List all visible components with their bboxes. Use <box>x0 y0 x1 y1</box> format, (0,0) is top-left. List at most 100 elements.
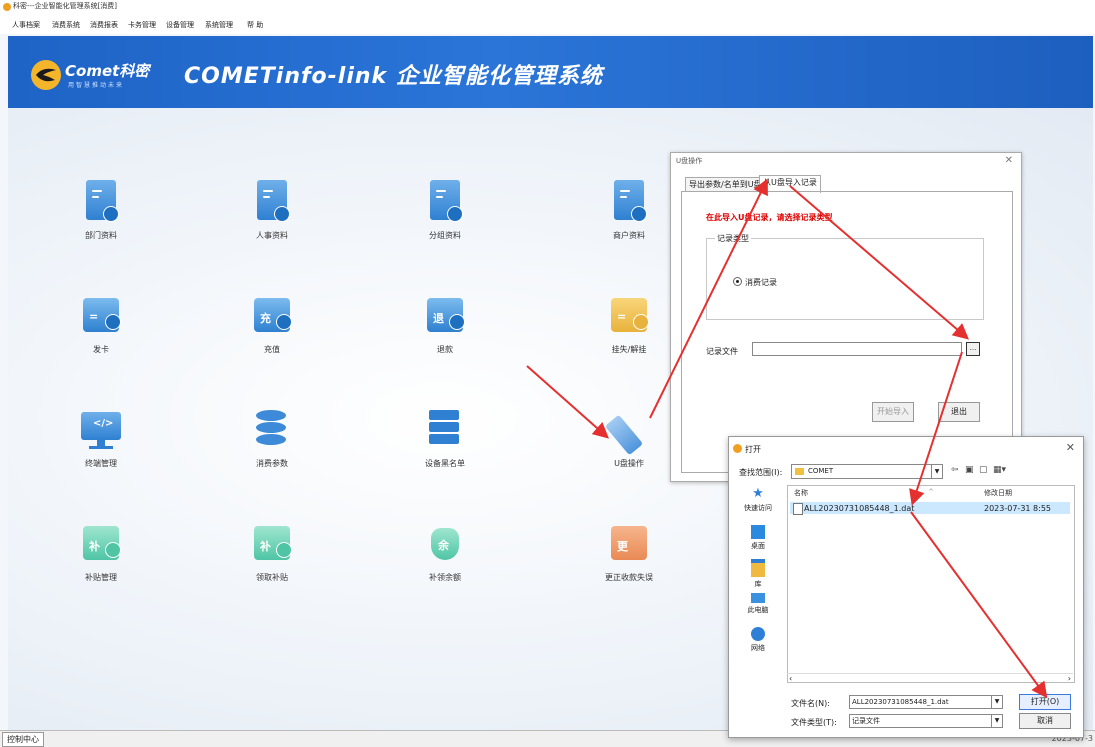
tile-label: 商户资料 <box>613 231 645 240</box>
filetype-label: 文件类型(T): <box>791 718 837 727</box>
exit-button[interactable]: 退出 <box>938 402 980 422</box>
tile-subsidy[interactable]: 补 补贴管理 <box>61 522 141 583</box>
tile-usb-operation[interactable]: U盘操作 <box>589 408 669 469</box>
window-title: 科密---企业智能化管理系统[消费] <box>13 2 118 10</box>
consume-record-radio[interactable]: 消费记录 <box>733 277 777 288</box>
tile-label: 分组资料 <box>429 231 461 240</box>
tile-issue-card[interactable]: = 发卡 <box>61 294 141 355</box>
browse-button[interactable]: ... <box>966 342 980 356</box>
correction-icon: 更 <box>609 522 649 568</box>
menu-system-management[interactable]: 系统管理 <box>205 20 233 30</box>
close-icon[interactable]: ✕ <box>1005 155 1013 166</box>
place-library[interactable]: 库 <box>733 559 783 589</box>
recharge-icon: 充 <box>252 294 292 340</box>
start-import-button[interactable]: 开始导入 <box>872 402 914 422</box>
place-network[interactable]: 网络 <box>733 627 783 653</box>
filename-input[interactable]: ALL20230731085448_1.dat ▼ <box>849 695 1003 709</box>
file-row[interactable]: ALL20230731085448_1.dat 2023-07-31 8:55 <box>790 502 1070 515</box>
filetype-select[interactable]: 记录文件 ▼ <box>849 714 1003 728</box>
window-titlebar: 科密---企业智能化管理系统[消费] <box>0 0 1095 14</box>
usb-drive-icon <box>604 408 649 456</box>
comet-logo-icon <box>31 60 61 90</box>
place-label: 快速访问 <box>744 504 772 512</box>
tile-refund[interactable]: 退 退款 <box>405 294 485 355</box>
tile-terminal[interactable]: </> 终端管理 <box>61 408 141 469</box>
places-bar: ★ 快速访问 桌面 库 此电脑 网络 <box>733 485 783 685</box>
tile-balance[interactable]: 余 补领余额 <box>405 522 485 583</box>
back-icon[interactable]: ⇦ <box>951 465 959 475</box>
column-modified[interactable]: 修改日期 <box>984 488 1012 498</box>
tile-label: 部门资料 <box>85 231 117 240</box>
computer-icon <box>751 593 765 603</box>
cancel-button[interactable]: 取消 <box>1019 713 1071 729</box>
chevron-down-icon[interactable]: ▼ <box>991 715 1002 727</box>
database-icon <box>252 408 292 454</box>
up-folder-icon[interactable]: ▣ <box>965 465 974 475</box>
tile-personnel[interactable]: 人事资料 <box>232 180 312 241</box>
menu-device-management[interactable]: 设备管理 <box>166 20 194 30</box>
horizontal-scrollbar[interactable]: ‹ › <box>787 673 1073 684</box>
tile-label: 退款 <box>437 345 453 354</box>
record-file-input[interactable] <box>752 342 962 356</box>
tile-label: 补贴管理 <box>85 573 117 582</box>
menu-personnel[interactable]: 人事档案 <box>12 20 40 30</box>
server-icon <box>425 408 465 454</box>
menu-card-management[interactable]: 卡务管理 <box>128 20 156 30</box>
tile-label: 设备黑名单 <box>425 459 465 468</box>
tile-department[interactable]: 部门资料 <box>61 180 141 241</box>
logo-name: Comet科密 <box>65 62 150 80</box>
report-loss-icon: = <box>609 294 649 340</box>
logo-slogan: 用智慧推动未来 <box>68 82 125 89</box>
place-desktop[interactable]: 桌面 <box>733 525 783 551</box>
tile-device-blacklist[interactable]: 设备黑名单 <box>405 408 485 469</box>
place-label: 网络 <box>751 644 765 652</box>
open-file-dialog: 打开 ✕ 查找范围(I): COMET ▼ ⇦ ▣ ▢ ▦▾ ★ 快速访问 桌面… <box>728 436 1084 738</box>
tile-group[interactable]: 分组资料 <box>405 180 485 241</box>
close-icon[interactable]: ✕ <box>1066 441 1075 454</box>
merchant-doc-icon <box>609 180 649 226</box>
chevron-down-icon[interactable]: ▼ <box>991 696 1002 708</box>
network-icon <box>751 627 765 641</box>
tile-label: 补领余额 <box>429 573 461 582</box>
tile-label: 充值 <box>264 345 280 354</box>
column-name[interactable]: 名称 <box>794 488 808 498</box>
tile-consume-params[interactable]: 消费参数 <box>232 408 312 469</box>
receive-subsidy-icon: 补 <box>252 522 292 568</box>
tile-report-loss[interactable]: = 挂失/解挂 <box>589 294 669 355</box>
look-in-select[interactable]: COMET ▼ <box>791 464 943 479</box>
tile-receive-subsidy[interactable]: 补 领取补贴 <box>232 522 312 583</box>
tile-label: 更正收款失误 <box>605 573 653 582</box>
file-list: 名称 ^ 修改日期 ALL20230731085448_1.dat 2023-0… <box>787 485 1075 683</box>
new-folder-icon[interactable]: ▢ <box>979 465 988 475</box>
place-this-pc[interactable]: 此电脑 <box>733 593 783 615</box>
open-button[interactable]: 打开(O) <box>1019 694 1071 710</box>
filename-label: 文件名(N): <box>791 699 830 708</box>
scroll-left-icon[interactable]: ‹ <box>789 674 792 683</box>
scroll-right-icon[interactable]: › <box>1068 674 1071 683</box>
tile-label: U盘操作 <box>614 459 644 468</box>
folder-icon <box>795 468 804 475</box>
department-doc-icon <box>81 180 121 226</box>
menu-consume-system[interactable]: 消费系统 <box>52 20 80 30</box>
look-in-value: COMET <box>808 467 834 475</box>
view-menu-icon[interactable]: ▦▾ <box>993 465 1006 475</box>
tile-merchant[interactable]: 商户资料 <box>589 180 669 241</box>
place-quick-access[interactable]: ★ 快速访问 <box>733 487 783 513</box>
group-title: 记录类型 <box>715 233 751 244</box>
tab-export-to-usb[interactable]: 导出参数/名单到U盘 <box>685 177 766 192</box>
menu-consume-report[interactable]: 消费报表 <box>90 20 118 30</box>
tile-label: 终端管理 <box>85 459 117 468</box>
file-icon <box>793 503 803 515</box>
app-logo-icon <box>3 3 11 11</box>
record-file-label: 记录文件 <box>706 347 738 356</box>
desktop-icon <box>751 525 765 539</box>
tab-panel: 在此导入U盘记录，请选择记录类型 记录类型 消费记录 记录文件 ... 开始导入… <box>681 191 1013 473</box>
status-control-center[interactable]: 控制中心 <box>2 732 44 747</box>
tile-correction[interactable]: 更 更正收款失误 <box>589 522 669 583</box>
refund-icon: 退 <box>425 294 465 340</box>
subsidy-icon: 补 <box>81 522 121 568</box>
filetype-value: 记录文件 <box>852 717 880 725</box>
tile-recharge[interactable]: 充 充值 <box>232 294 312 355</box>
chevron-down-icon[interactable]: ▼ <box>931 465 942 478</box>
menu-help[interactable]: 帮 助 <box>247 20 263 30</box>
